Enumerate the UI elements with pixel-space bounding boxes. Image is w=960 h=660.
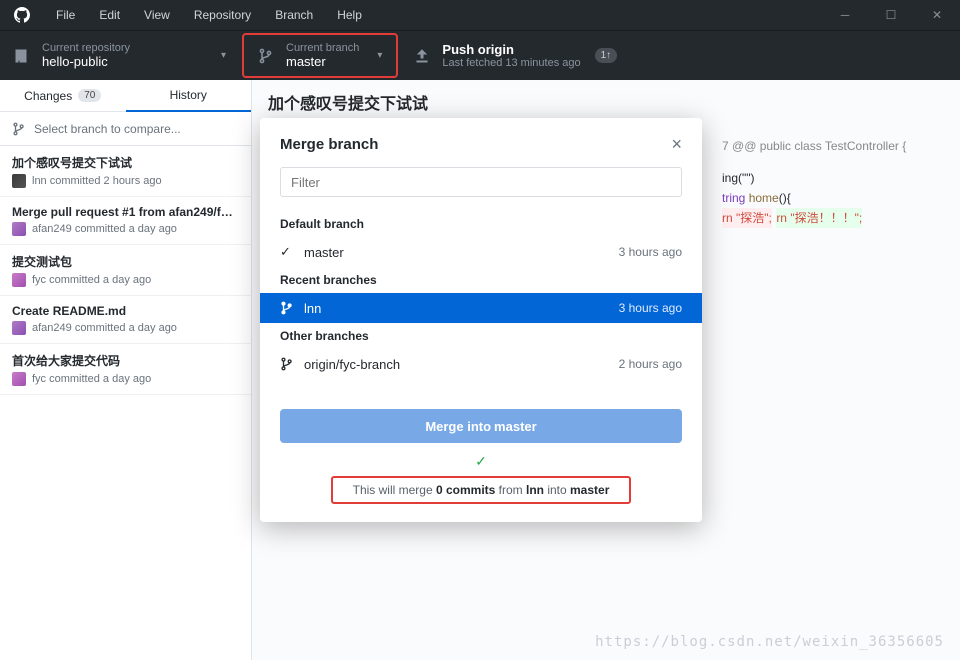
branch-filter-input[interactable] — [280, 167, 682, 197]
sidebar: Changes 70 History Select branch to comp… — [0, 80, 252, 660]
branch-icon — [280, 357, 294, 371]
commit-item[interactable]: 提交测试包 fyc committed a day ago — [0, 245, 251, 296]
commit-meta: afan249 committed a day ago — [12, 222, 239, 236]
commit-item[interactable]: 首次给大家提交代码 fyc committed a day ago — [0, 344, 251, 395]
diff-view: 7 @@ public class TestController { ing("… — [722, 136, 952, 228]
window-close-button[interactable]: ✕ — [914, 0, 960, 30]
tab-history[interactable]: History — [126, 80, 252, 112]
commit-title: 加个感叹号提交下试试 — [12, 154, 239, 171]
menu-view[interactable]: View — [132, 0, 182, 30]
push-badge: 1↑ — [595, 48, 618, 63]
merge-summary-message: This will merge 0 commits from lnn into … — [331, 476, 631, 504]
branch-name: lnn — [304, 301, 619, 316]
changes-count-badge: 70 — [78, 89, 101, 102]
commit-item[interactable]: 加个感叹号提交下试试 lnn committed 2 hours ago — [0, 146, 251, 197]
branch-name: master — [304, 245, 619, 260]
avatar — [12, 273, 26, 287]
branch-name: origin/fyc-branch — [304, 357, 619, 372]
repo-value: hello-public — [42, 54, 130, 69]
branch-label: Current branch — [286, 42, 359, 54]
branch-time: 3 hours ago — [619, 301, 682, 315]
tab-changes-label: Changes — [24, 89, 72, 103]
branch-icon — [280, 301, 294, 315]
push-icon — [414, 48, 430, 64]
close-icon[interactable]: × — [671, 134, 682, 155]
window-maximize-button[interactable]: ☐ — [868, 0, 914, 30]
avatar — [12, 321, 26, 335]
commit-title: 提交测试包 — [12, 253, 239, 270]
branch-time: 3 hours ago — [619, 245, 682, 259]
menu-branch[interactable]: Branch — [263, 0, 325, 30]
commit-item[interactable]: Create README.md afan249 committed a day … — [0, 296, 251, 344]
avatar — [12, 222, 26, 236]
commit-detail-title: 加个感叹号提交下试试 — [252, 80, 960, 120]
merge-btn-target: master — [494, 419, 537, 434]
branch-icon — [258, 48, 274, 64]
commit-title: Merge pull request #1 from afan249/fyc..… — [12, 205, 239, 219]
commit-meta: fyc committed a day ago — [12, 273, 239, 287]
section-other-branches: Other branches — [260, 323, 702, 349]
modal-title: Merge branch — [280, 136, 671, 153]
tab-changes[interactable]: Changes 70 — [0, 80, 126, 112]
merge-into-master-button[interactable]: Merge into master — [280, 409, 682, 443]
commit-meta: afan249 committed a day ago — [12, 321, 239, 335]
select-branch-compare[interactable]: Select branch to compare... — [0, 112, 251, 146]
menu-help[interactable]: Help — [325, 0, 374, 30]
repo-label: Current repository — [42, 42, 130, 54]
avatar — [12, 174, 26, 188]
push-label: Push origin — [442, 42, 580, 57]
merge-btn-pre: Merge into — [425, 419, 491, 434]
avatar — [12, 372, 26, 386]
branch-row-origin-fyc[interactable]: origin/fyc-branch 2 hours ago — [260, 349, 702, 379]
window-minimize-button[interactable]: ─ — [822, 0, 868, 30]
watermark: https://blog.csdn.net/weixin_36356605 — [595, 634, 944, 650]
compare-placeholder: Select branch to compare... — [34, 122, 181, 136]
current-branch-selector[interactable]: Current branch master ▾ — [242, 33, 398, 78]
commit-title: 首次给大家提交代码 — [12, 352, 239, 369]
chevron-down-icon: ▾ — [359, 50, 382, 61]
branch-icon — [12, 122, 26, 136]
section-default-branch: Default branch — [260, 211, 702, 237]
titlebar: File Edit View Repository Branch Help ─ … — [0, 0, 960, 30]
branch-value: master — [286, 54, 359, 69]
branch-time: 2 hours ago — [619, 357, 682, 371]
commit-meta: fyc committed a day ago — [12, 372, 239, 386]
menu-file[interactable]: File — [44, 0, 87, 30]
current-repository-selector[interactable]: Current repository hello-public ▾ — [0, 31, 240, 80]
commit-list: 加个感叹号提交下试试 lnn committed 2 hours ago Merge… — [0, 146, 251, 395]
push-origin-button[interactable]: Push origin Last fetched 13 minutes ago … — [400, 31, 640, 80]
menu-edit[interactable]: Edit — [87, 0, 132, 30]
repo-icon — [14, 48, 30, 64]
check-icon: ✓ — [260, 453, 702, 470]
commit-meta: lnn committed 2 hours ago — [12, 174, 239, 188]
push-value: Last fetched 13 minutes ago — [442, 57, 580, 69]
section-recent-branches: Recent branches — [260, 267, 702, 293]
toolbar: Current repository hello-public ▾ Curren… — [0, 30, 960, 80]
check-icon: ✓ — [280, 244, 296, 260]
commit-title: Create README.md — [12, 304, 239, 318]
chevron-down-icon: ▾ — [203, 50, 226, 61]
github-logo-icon — [14, 7, 30, 23]
branch-row-master[interactable]: ✓ master 3 hours ago — [260, 237, 702, 267]
commit-item[interactable]: Merge pull request #1 from afan249/fyc..… — [0, 197, 251, 245]
merge-branch-modal: Merge branch × Default branch ✓ master 3… — [260, 118, 702, 522]
branch-row-lnn[interactable]: lnn 3 hours ago — [260, 293, 702, 323]
menu-repository[interactable]: Repository — [182, 0, 263, 30]
